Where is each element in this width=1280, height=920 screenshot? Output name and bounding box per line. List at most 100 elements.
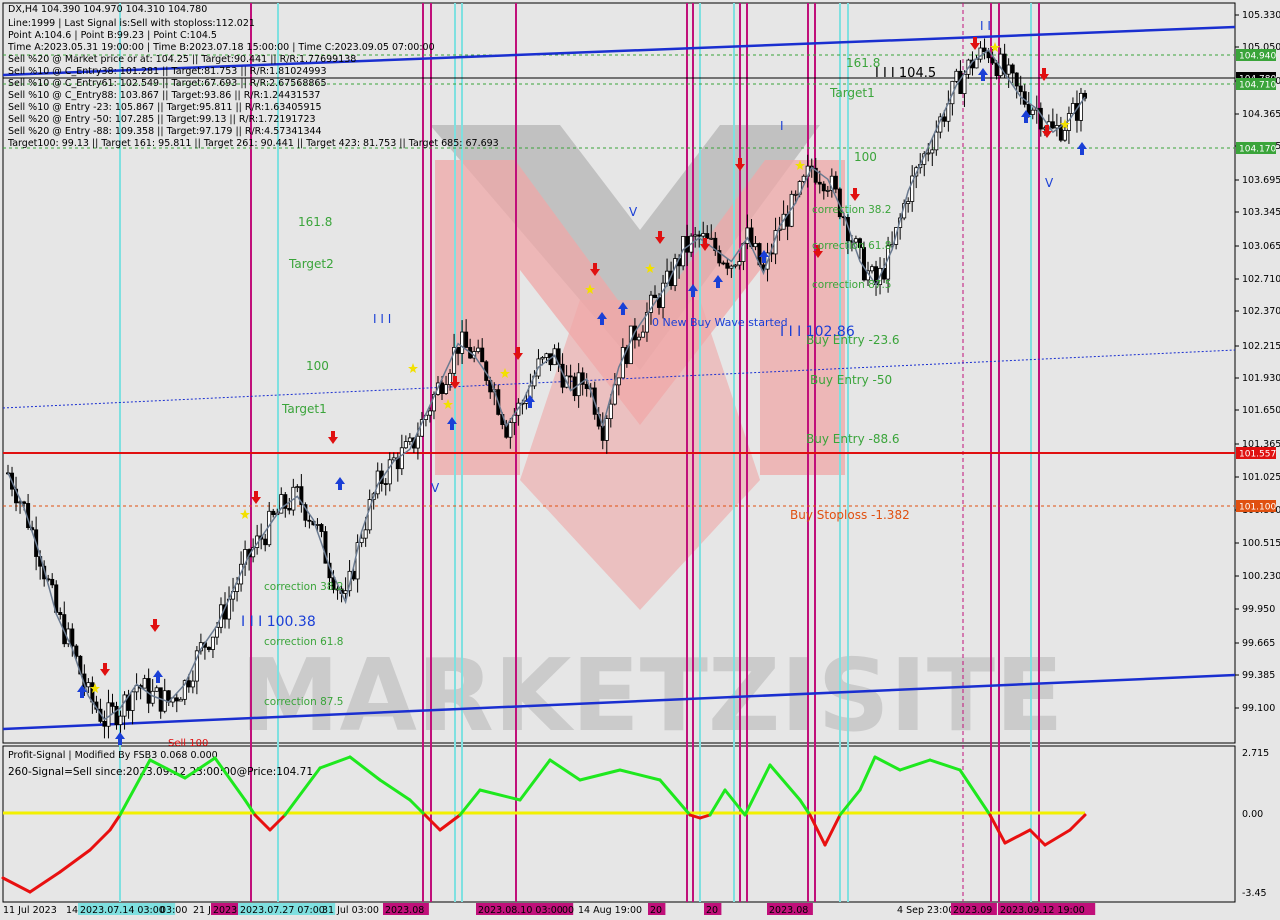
price-tag-label: 104.710 [1239, 81, 1276, 91]
candle-body [118, 715, 123, 726]
candle-body [673, 258, 678, 287]
candle-body [753, 243, 758, 248]
info-line: Sell %10 @ C_Entry88: 103.867 || Target:… [8, 90, 320, 101]
candle-body [383, 483, 388, 485]
candle-body [994, 62, 999, 77]
info-line: Sell %10 @ C_Entry61: 102.549 || Target:… [8, 78, 327, 89]
candle-body [982, 47, 987, 53]
candle-body [705, 233, 710, 239]
info-line: Sell %10 @ C_Entry38: 101.281 || Target:… [8, 66, 327, 77]
candle-body [616, 377, 621, 386]
price-tag-label: 101.557 [1239, 450, 1276, 460]
candle-body [130, 691, 135, 711]
candle-body [608, 403, 613, 419]
info-line: Time A:2023.05.31 19:00:00 | Time B:2023… [7, 42, 435, 53]
price-tick-label: 103.345 [1242, 207, 1280, 218]
candle-body [307, 519, 312, 522]
candle-body [190, 680, 195, 688]
label-i-1: I [780, 119, 784, 133]
candle-body [271, 510, 276, 516]
time-label: 2023.08 [385, 905, 424, 916]
label-161-left: 161.8 [298, 215, 332, 229]
candle-body [415, 435, 420, 449]
candle-body [801, 175, 806, 182]
candle-body [476, 347, 481, 352]
price-tick-label: 104.365 [1242, 109, 1280, 120]
candle-body [464, 331, 469, 348]
label-v-3: V [1045, 176, 1054, 190]
symbol-line: DX,H4 104.390 104.970 104.310 104.780 [8, 4, 207, 15]
candle-body [460, 331, 465, 354]
candle-body [544, 353, 549, 358]
time-label: 20 [706, 905, 718, 916]
indicator-title: Profit-Signal | Modified By FSB3 0.068 0… [8, 750, 218, 761]
candle-body [315, 524, 320, 526]
candle-body [821, 183, 826, 192]
candle-body [729, 265, 734, 269]
label-buy-entry-50: Buy Entry -50 [810, 373, 892, 387]
candle-body [1030, 109, 1035, 115]
label-new-buy-wave: 0 New Buy Wave started [652, 316, 788, 329]
candle-body [295, 486, 300, 489]
candle-body [725, 262, 730, 269]
candle-body [22, 501, 27, 504]
candle-body [263, 538, 268, 546]
candle-body [733, 264, 738, 267]
candle-body [74, 645, 79, 657]
candle-body [701, 233, 706, 237]
price-tick-label: 102.710 [1242, 274, 1280, 285]
info-line: Sell %20 @ Market price or at: 104.25 ||… [8, 54, 356, 65]
price-tick-label: 103.695 [1242, 175, 1280, 186]
candle-body [942, 116, 947, 122]
label-wave-100-38: I I I 100.38 [241, 614, 316, 630]
candle-body [817, 181, 822, 185]
chart-canvas: MARKETZISITE DX,H4 104.390 104.970 104.3… [1, 2, 1280, 916]
indicator-tick-label: 0.00 [1242, 809, 1263, 820]
label-correction-38-right: correction 38.2 [812, 204, 891, 216]
candle-body [600, 425, 605, 441]
candle-body [319, 524, 324, 532]
info-line: Line:1999 | Last Signal is:Sell with sto… [8, 18, 255, 29]
candle-body [833, 175, 838, 190]
price-tick-label: 103.065 [1242, 241, 1280, 252]
price-tick-label: 102.370 [1242, 306, 1280, 317]
label-buy-entry-88: Buy Entry -88.6 [806, 432, 900, 446]
price-tick-label: 99.950 [1242, 604, 1275, 615]
candle-body [540, 357, 545, 360]
candle-body [186, 680, 191, 688]
candle-body [604, 418, 609, 441]
candle-body [210, 636, 215, 650]
indicator-tick-label: 2.715 [1242, 748, 1269, 759]
price-tick-label: 99.665 [1242, 638, 1275, 649]
candle-body [906, 201, 911, 204]
candle-body [640, 331, 645, 338]
candle-body [174, 697, 179, 702]
label-correction-61-right: correction 61.8 [812, 240, 891, 252]
price-tick-label: 102.215 [1242, 341, 1280, 352]
watermark-text: MARKETZISITE [240, 637, 1063, 754]
candle-body [456, 347, 461, 354]
candle-body [930, 149, 935, 154]
candle-body [926, 152, 931, 155]
candle-body [146, 678, 151, 704]
candle-body [58, 612, 63, 615]
time-axis: 11 Jul 2023 14 2023.07.14 03:0003:00 21 J 20… [3, 903, 1096, 916]
candle-body [685, 236, 690, 253]
label-correction-61-left: correction 61.8 [264, 636, 343, 648]
time-label: 31 Jul 03:00 [322, 905, 379, 916]
candle-body [387, 459, 392, 485]
candle-body [427, 410, 432, 416]
time-label: 4 Sep 23:00 [897, 905, 954, 916]
price-tick-label: 99.100 [1242, 703, 1275, 714]
candle-body [653, 294, 658, 299]
price-tag-label: 101.100 [1239, 503, 1276, 513]
candle-body [1022, 91, 1027, 105]
candle-body [861, 247, 866, 281]
label-100-left: 100 [306, 359, 329, 373]
label-target1-right: Target1 [829, 86, 875, 100]
candle-body [1038, 107, 1043, 130]
info-line: Sell %10 @ Entry -23: 105.867 || Target:… [8, 102, 322, 113]
candle-body [122, 694, 127, 717]
candle-body [1018, 85, 1023, 93]
price-tag-label: 104.940 [1239, 52, 1276, 62]
